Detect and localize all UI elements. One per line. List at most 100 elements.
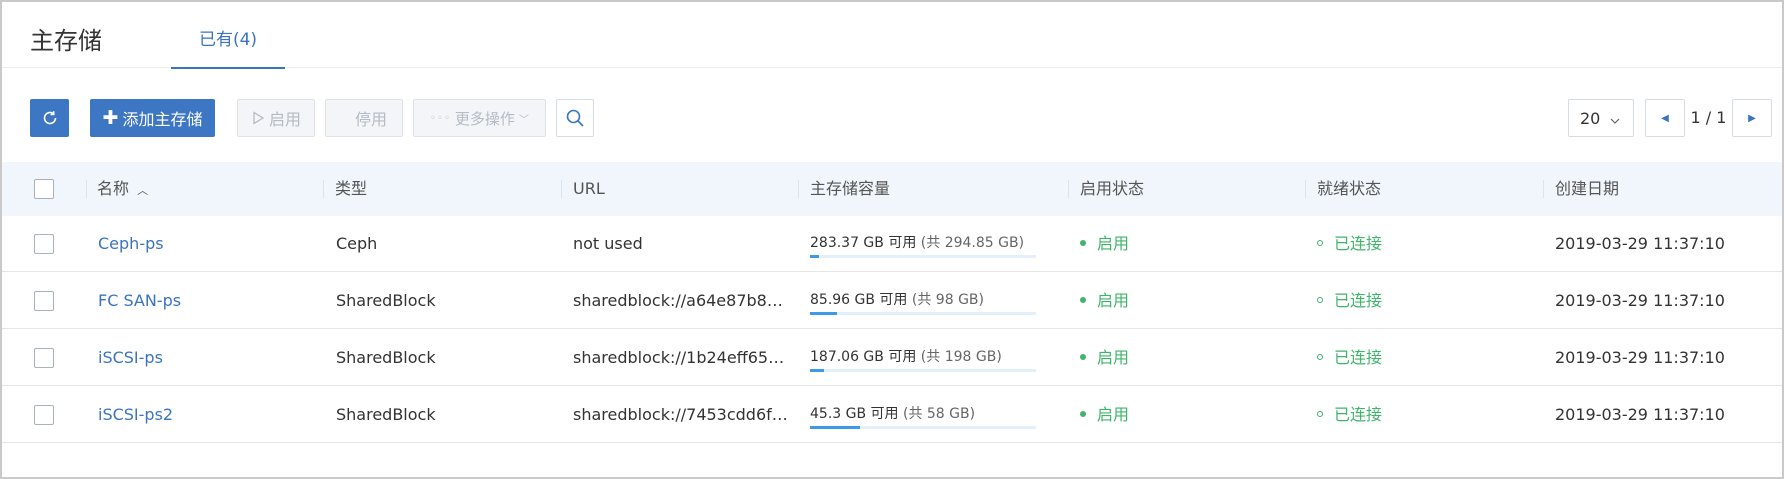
storage-name-link[interactable]: FC SAN-ps (98, 273, 318, 329)
status-ring-icon (1317, 353, 1323, 360)
app-window: 主存储 已有(4) ✚ 添加主存储 启用 停用 ◦◦◦ 更多操作 ﹀ 20 ◀ … (0, 0, 1784, 479)
column-divider (561, 180, 562, 198)
enable-status: 启用 (1080, 216, 1280, 272)
capacity-bar-fill (810, 369, 824, 372)
enable-status-label: 启用 (1097, 234, 1130, 253)
triangle-left-icon: ◀ (1661, 112, 1669, 124)
disable-button[interactable]: 停用 (325, 99, 403, 137)
ready-status-label: 已连接 (1334, 234, 1383, 253)
enable-status: 启用 (1080, 273, 1280, 329)
row-checkbox[interactable] (34, 348, 54, 368)
storage-name-link[interactable]: iSCSI-ps (98, 330, 318, 386)
enable-status-label: 启用 (1097, 405, 1130, 424)
enable-status-label: 启用 (1097, 348, 1130, 367)
status-ring-icon (1317, 410, 1323, 417)
created-date: 2019-03-29 11:37:10 (1555, 405, 1725, 424)
enable-button[interactable]: 启用 (237, 99, 315, 137)
storage-name-link[interactable]: Ceph-ps (98, 216, 318, 272)
column-divider (798, 180, 799, 198)
add-primary-storage-button[interactable]: ✚ 添加主存储 (90, 99, 215, 137)
storage-type: SharedBlock (336, 291, 436, 310)
row-checkbox[interactable] (34, 234, 54, 254)
capacity-bar (810, 312, 1036, 315)
column-header-created-date[interactable]: 创建日期 (1555, 162, 1619, 216)
ready-status: 已连接 (1317, 216, 1517, 272)
refresh-button[interactable] (30, 99, 69, 137)
column-header-url[interactable]: URL (573, 162, 605, 216)
storage-name-link[interactable]: iSCSI-ps2 (98, 387, 318, 443)
column-divider (323, 180, 324, 198)
capacity-available: 45.3 GB 可用 (810, 406, 899, 422)
triangle-right-icon: ▶ (1748, 112, 1756, 124)
capacity-text: 283.37 GB 可用 (共 294.85 GB) (810, 232, 1024, 252)
capacity-bar (810, 426, 1036, 429)
status-dot-icon (1080, 410, 1086, 417)
disable-button-label: 停用 (354, 110, 387, 129)
page-size-select[interactable]: 20 (1568, 99, 1634, 137)
status-dot-icon (1080, 353, 1086, 360)
column-header-type[interactable]: 类型 (335, 162, 367, 216)
table-row[interactable]: iSCSI-ps SharedBlock sharedblock://1b24e… (2, 330, 1782, 386)
more-actions-button[interactable]: ◦◦◦ 更多操作 ﹀ (413, 99, 546, 137)
status-ring-icon (1317, 296, 1323, 303)
tab-active-underline (171, 67, 285, 69)
status-ring-icon (1317, 239, 1323, 246)
column-header-name[interactable]: 名称 ︿ (97, 162, 148, 216)
row-checkbox[interactable] (34, 405, 54, 425)
tab-existing[interactable]: 已有(4) (171, 2, 285, 69)
ready-status: 已连接 (1317, 387, 1517, 443)
ready-status: 已连接 (1317, 273, 1517, 329)
page-size-value: 20 (1580, 108, 1601, 128)
search-button[interactable] (556, 99, 594, 137)
play-icon (253, 111, 265, 125)
next-page-button[interactable]: ▶ (1732, 99, 1772, 137)
capacity-bar (810, 255, 1036, 258)
enable-status-label: 启用 (1097, 291, 1130, 310)
created-date: 2019-03-29 11:37:10 (1555, 291, 1725, 310)
created-date: 2019-03-29 11:37:10 (1555, 348, 1725, 367)
row-checkbox[interactable] (34, 291, 54, 311)
column-header-capacity[interactable]: 主存储容量 (810, 162, 890, 216)
ready-status: 已连接 (1317, 330, 1517, 386)
table-row[interactable]: Ceph-ps Ceph not used 283.37 GB 可用 (共 29… (2, 216, 1782, 272)
column-divider (86, 180, 87, 198)
storage-type: Ceph (336, 234, 378, 253)
page-header: 主存储 已有(4) (2, 2, 1782, 69)
ready-status-label: 已连接 (1334, 348, 1383, 367)
capacity-available: 187.06 GB 可用 (810, 349, 917, 365)
column-divider (1543, 180, 1544, 198)
enable-status: 启用 (1080, 387, 1280, 443)
capacity-bar-fill (810, 255, 820, 258)
chevron-down-icon (1610, 109, 1620, 128)
column-divider (1305, 180, 1306, 198)
capacity-total: (共 294.85 GB) (920, 235, 1025, 251)
capacity-bar-fill (810, 312, 838, 315)
ready-status-label: 已连接 (1334, 405, 1383, 424)
table-row[interactable]: FC SAN-ps SharedBlock sharedblock://a64e… (2, 273, 1782, 329)
capacity-available: 283.37 GB 可用 (810, 235, 917, 251)
capacity-total: (共 58 GB) (902, 406, 976, 422)
more-actions-label: 更多操作 (454, 109, 515, 128)
column-header-ready-status[interactable]: 就绪状态 (1317, 162, 1381, 216)
capacity-total: (共 198 GB) (920, 349, 1002, 365)
column-header-name-label: 名称 (97, 179, 130, 198)
capacity-text: 85.96 GB 可用 (共 98 GB) (810, 289, 984, 309)
storage-url: sharedblock://1b24eff6559d… (573, 348, 789, 367)
chevron-down-icon: ﹀ (518, 114, 529, 126)
storage-type: SharedBlock (336, 348, 436, 367)
search-icon (566, 109, 584, 127)
column-header-enable-status[interactable]: 启用状态 (1080, 162, 1144, 216)
capacity-bar-fill (810, 426, 860, 429)
status-dot-icon (1080, 296, 1086, 303)
prev-page-button[interactable]: ◀ (1645, 99, 1685, 137)
table-row[interactable]: iSCSI-ps2 SharedBlock sharedblock://7453… (2, 387, 1782, 443)
created-date: 2019-03-29 11:37:10 (1555, 234, 1725, 253)
status-dot-icon (1080, 239, 1086, 246)
more-dots-icon: ◦◦◦ (430, 112, 451, 124)
storage-url: sharedblock://7453cdd6f74a… (573, 405, 789, 424)
add-button-label: 添加主存储 (122, 110, 203, 129)
enable-button-label: 启用 (268, 110, 301, 129)
plus-icon: ✚ (102, 106, 119, 129)
select-all-checkbox[interactable] (34, 179, 54, 199)
page-indicator: 1 / 1 (1690, 108, 1727, 127)
